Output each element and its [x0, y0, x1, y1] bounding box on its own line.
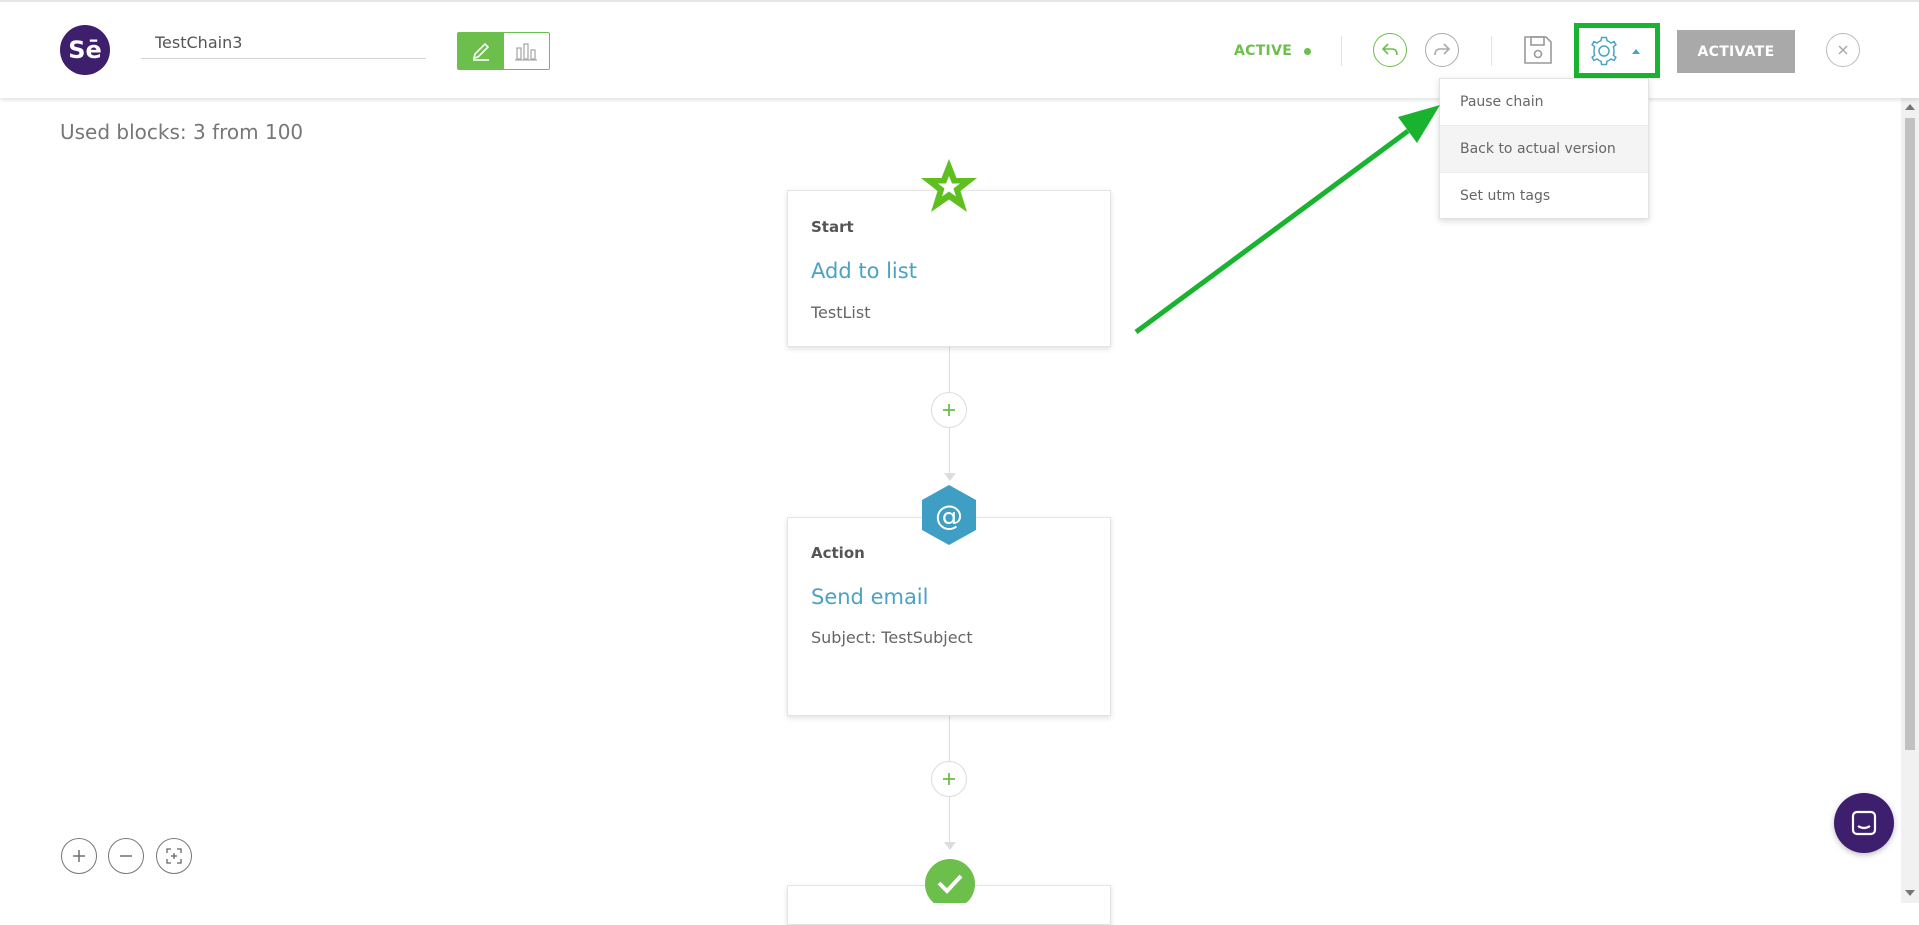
check-icon — [925, 859, 975, 903]
chat-widget-button[interactable] — [1834, 793, 1894, 853]
caret-up-icon — [1632, 48, 1640, 54]
block-kind: Start — [811, 218, 854, 236]
close-button[interactable] — [1826, 33, 1860, 67]
chat-icon — [1851, 810, 1877, 836]
undo-button[interactable] — [1373, 33, 1407, 67]
menu-item-set-utm-tags[interactable]: Set utm tags — [1440, 173, 1648, 219]
vertical-scrollbar[interactable] — [1901, 98, 1919, 903]
edit-mode-button[interactable] — [458, 33, 504, 69]
status-dot — [1304, 48, 1311, 55]
divider — [1491, 36, 1492, 66]
statistics-mode-button[interactable] — [504, 33, 550, 69]
chain-status-label: ACTIVE — [1234, 43, 1293, 59]
bar-chart-icon — [515, 43, 538, 61]
add-block-button[interactable] — [931, 392, 967, 428]
redo-icon — [1434, 43, 1451, 56]
divider — [1341, 36, 1342, 66]
gear-icon — [1591, 36, 1617, 65]
settings-menu-button[interactable] — [1574, 23, 1660, 78]
app-logo[interactable]: Sē — [60, 25, 110, 75]
chain-name-input[interactable] — [141, 26, 426, 59]
menu-item-back-to-actual-version[interactable]: Back to actual version — [1440, 126, 1648, 173]
plus-icon — [73, 850, 85, 862]
save-button[interactable] — [1521, 33, 1555, 67]
fit-screen-icon — [166, 848, 182, 864]
connector-arrow — [944, 842, 956, 850]
fit-to-screen-button[interactable] — [156, 838, 192, 874]
star-icon — [921, 159, 977, 212]
plus-icon — [943, 404, 955, 416]
undo-icon — [1381, 43, 1398, 56]
pencil-icon — [472, 42, 489, 61]
block-title[interactable]: Add to list — [811, 259, 917, 283]
at-sign-icon: @ — [922, 485, 976, 545]
zoom-out-button[interactable] — [108, 838, 144, 874]
block-detail: TestList — [811, 303, 871, 322]
redo-button[interactable] — [1425, 33, 1459, 67]
scroll-down-arrow[interactable] — [1905, 890, 1915, 896]
connector-arrow — [944, 473, 956, 481]
annotation-arrow — [1134, 105, 1440, 335]
add-block-button[interactable] — [931, 761, 967, 797]
block-kind: Action — [811, 544, 865, 562]
minus-icon — [120, 855, 132, 857]
at-sign-glyph: @ — [935, 499, 963, 532]
scrollbar-thumb[interactable] — [1905, 118, 1915, 750]
plus-icon — [943, 773, 955, 785]
block-title[interactable]: Send email — [811, 585, 928, 609]
zoom-in-button[interactable] — [61, 838, 97, 874]
action-block[interactable]: Action Send email Subject: TestSubject — [787, 517, 1111, 716]
close-icon — [1838, 45, 1848, 55]
activate-button[interactable]: ACTIVATE — [1677, 30, 1795, 73]
settings-dropdown: Pause chain Back to actual version Set u… — [1439, 78, 1649, 219]
save-icon — [1524, 36, 1552, 64]
menu-item-pause-chain[interactable]: Pause chain — [1440, 79, 1648, 126]
block-detail: Subject: TestSubject — [811, 628, 973, 647]
mode-toggle — [457, 32, 550, 70]
scroll-up-arrow[interactable] — [1905, 104, 1915, 110]
used-blocks-counter: Used blocks: 3 from 100 — [60, 120, 304, 144]
